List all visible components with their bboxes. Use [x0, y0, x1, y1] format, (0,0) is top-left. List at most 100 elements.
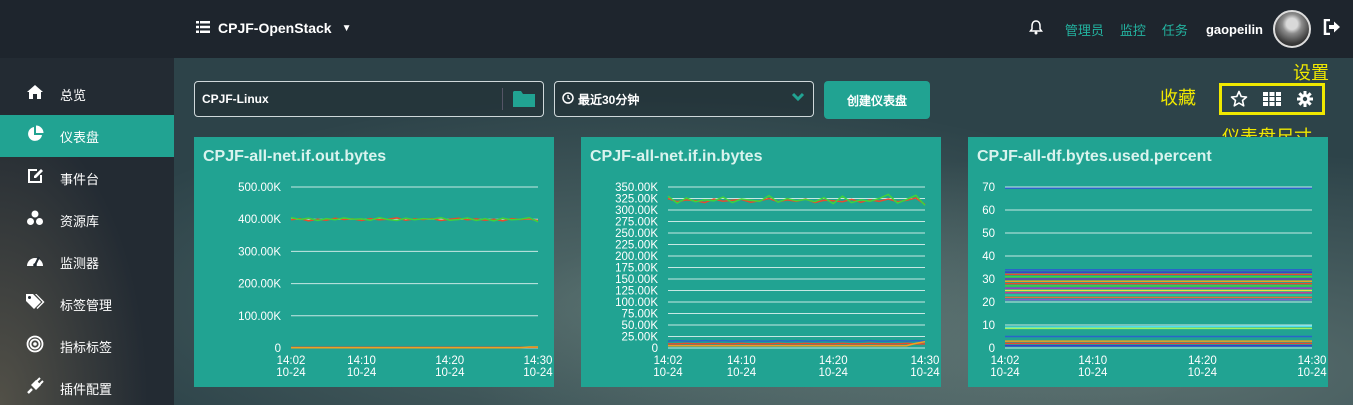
time-range-value: 最近30分钟: [578, 92, 640, 107]
sidebar-item-label: 监测器: [60, 255, 100, 271]
x-tick-label: 10-24: [653, 367, 683, 379]
y-tick-label: 275.00K: [615, 217, 658, 229]
username[interactable]: gaopeilin: [1206, 22, 1263, 37]
monitor-link[interactable]: 监控: [1120, 20, 1146, 39]
series-line: [291, 346, 538, 349]
x-tick-label: 14:10: [347, 355, 376, 367]
sidebar-item-monitors[interactable]: 监测器: [0, 241, 174, 283]
list-icon: [196, 20, 210, 36]
y-tick-label: 150.00K: [615, 274, 658, 286]
x-tick-label: 10-24: [276, 367, 306, 379]
top-bar: CPJF-OpenStack ▼ 管理员 监控 任务 gaopeilin: [0, 0, 1353, 58]
x-tick-label: 10-24: [347, 367, 377, 379]
sidebar-item-label: 总览: [60, 87, 87, 103]
y-tick-label: 10: [982, 320, 995, 332]
sidebar-item-label: 仪表盘: [60, 129, 100, 145]
x-tick-label: 10-24: [819, 367, 849, 379]
x-tick-label: 14:20: [1188, 355, 1217, 367]
x-tick-label: 10-24: [1078, 367, 1108, 379]
y-tick-label: 500.00K: [238, 182, 281, 194]
dashboard-content: CPJF-Linux 最近30分钟 创建仪表盘 收藏 设置 仪表盘尺寸 CPJF…: [174, 58, 1353, 405]
create-dashboard-button[interactable]: 创建仪表盘: [824, 81, 930, 119]
logout-icon[interactable]: [1323, 18, 1341, 40]
series-line: [1004, 325, 1313, 329]
sidebar-item-plugin-config[interactable]: 插件配置: [0, 367, 174, 405]
y-tick-label: 75.00K: [622, 309, 659, 321]
favorite-annotation: 收藏: [1160, 88, 1196, 109]
settings-annotation: 设置: [1293, 63, 1329, 84]
chart-panel-df-used: CPJF-all-df.bytes.used.percent 0 10 20 30 40…: [968, 137, 1328, 387]
plug-icon: [25, 376, 45, 400]
x-tick-label: 10-24: [990, 367, 1020, 379]
sidebar-item-resources[interactable]: 资源库: [0, 199, 174, 241]
task-link[interactable]: 任务: [1162, 20, 1188, 39]
sidebar-item-dashboard[interactable]: 仪表盘: [0, 115, 174, 157]
pie-chart-icon: [25, 125, 45, 148]
host-select[interactable]: CPJF-Linux: [194, 81, 544, 117]
x-tick-label: 10-24: [910, 367, 940, 379]
series-line: [667, 339, 926, 342]
y-tick-label: 60: [982, 205, 995, 217]
x-tick-label: 10-24: [435, 367, 465, 379]
y-tick-label: 50: [982, 228, 995, 240]
x-tick-label: 10-24: [727, 367, 757, 379]
folder-icon[interactable]: [513, 90, 535, 107]
y-tick-label: 0: [989, 343, 995, 355]
target-icon: [25, 335, 45, 358]
series-line: [668, 342, 925, 345]
sidebar-item-label: 标签管理: [60, 297, 113, 313]
time-range-select[interactable]: 最近30分钟: [554, 81, 814, 117]
sidebar-item-tag-management[interactable]: 标签管理: [0, 283, 174, 325]
y-tick-label: 20: [982, 297, 995, 309]
y-tick-label: 300.00K: [615, 205, 658, 217]
sidebar-item-label: 插件配置: [60, 381, 113, 397]
y-tick-label: 0: [275, 343, 281, 355]
top-right-menu: 管理员 监控 任务 gaopeilin: [1028, 0, 1341, 58]
y-tick-label: 100.00K: [238, 311, 281, 323]
y-tick-label: 325.00K: [615, 194, 658, 206]
home-icon: [25, 84, 45, 105]
x-tick-label: 14:02: [654, 355, 683, 367]
sidebar-item-metric-tags[interactable]: 指标标签: [0, 325, 174, 367]
sidebar-item-overview[interactable]: 总览: [0, 73, 174, 115]
caret-down-icon: ▼: [341, 22, 352, 34]
y-tick-label: 40: [982, 251, 995, 263]
chart-panel-net-out: CPJF-all-net.if.out.bytes 0 100.00K 200.00…: [194, 137, 554, 387]
line-chart: 01020304050607014:0210-2414:1010-2414:20…: [982, 182, 1327, 379]
sidebar-item-label: 指标标签: [60, 339, 113, 355]
y-tick-label: 25.00K: [622, 332, 659, 344]
y-tick-label: 70: [982, 182, 995, 194]
cubes-icon: [25, 210, 45, 231]
edit-icon: [25, 167, 45, 190]
x-tick-label: 14:10: [1078, 355, 1107, 367]
project-switcher[interactable]: CPJF-OpenStack ▼: [196, 18, 352, 38]
chart-panel-net-in: CPJF-all-net.if.in.bytes 0 25.00K 50.00K 75…: [581, 137, 941, 387]
y-tick-label: 300.00K: [238, 246, 281, 258]
star-icon[interactable]: [1228, 88, 1250, 110]
y-tick-label: 250.00K: [615, 228, 658, 240]
sidebar-item-events[interactable]: 事件台: [0, 157, 174, 199]
y-tick-label: 225.00K: [615, 240, 658, 252]
x-tick-label: 10-24: [523, 367, 553, 379]
x-tick-label: 14:20: [435, 355, 464, 367]
y-tick-label: 400.00K: [238, 214, 281, 226]
chevron-down-icon: [791, 90, 805, 104]
sidebar-item-label: 资源库: [60, 213, 100, 229]
x-tick-label: 14:10: [727, 355, 756, 367]
y-tick-label: 50.00K: [622, 320, 659, 332]
y-tick-label: 200.00K: [238, 279, 281, 291]
y-tick-label: 0: [652, 343, 658, 355]
gear-icon[interactable]: [1294, 88, 1316, 110]
divider: [502, 88, 503, 110]
grid-icon[interactable]: [1261, 88, 1283, 110]
dashboard-actions: [1219, 83, 1325, 115]
sidebar: 总览 仪表盘 事件台 资源库 监测器 标签管理 指标标签 插件配置: [0, 58, 174, 405]
admin-link[interactable]: 管理员: [1065, 20, 1104, 39]
y-tick-label: 350.00K: [615, 182, 658, 194]
bell-icon[interactable]: [1028, 20, 1043, 38]
line-chart: 025.00K50.00K75.00K100.00K125.00K150.00K…: [615, 182, 940, 379]
avatar[interactable]: [1273, 10, 1311, 48]
x-tick-label: 14:02: [991, 355, 1020, 367]
y-tick-label: 175.00K: [615, 263, 658, 275]
y-tick-label: 30: [982, 274, 995, 286]
